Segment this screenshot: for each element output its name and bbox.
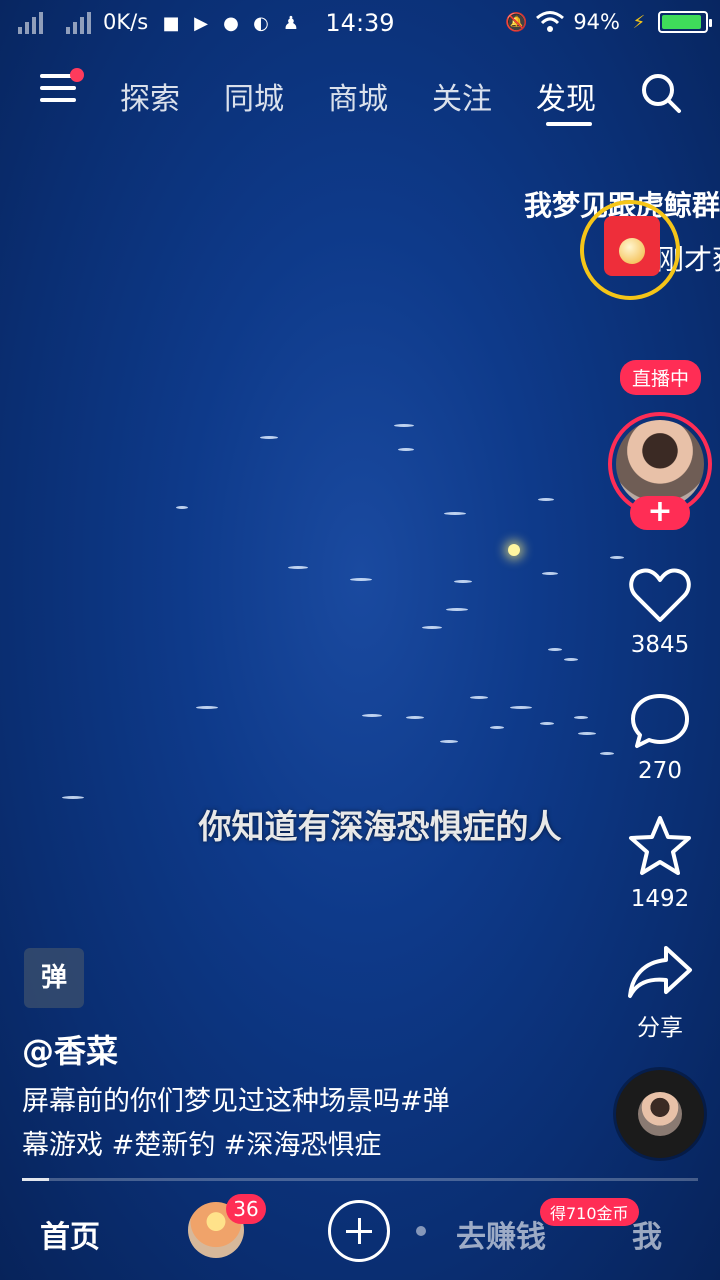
fish-glow	[508, 544, 520, 556]
like-count: 3845	[630, 632, 690, 658]
battery-percent: 94%	[573, 10, 620, 34]
status-right: 🔕 94% ⚡	[505, 10, 712, 34]
battery-icon	[658, 11, 712, 33]
tab-nearby[interactable]: 同城	[224, 74, 284, 118]
fish	[542, 572, 558, 575]
fish	[490, 726, 504, 729]
menu-button[interactable]	[40, 68, 84, 110]
bottom-nav: 首页 36 去赚钱 得710金币 我	[0, 1182, 720, 1280]
fish	[446, 608, 468, 611]
music-cover	[638, 1092, 682, 1136]
fish	[350, 578, 372, 581]
follow-button[interactable]: +	[630, 496, 690, 530]
favorite-count: 1492	[630, 886, 690, 912]
mute-bell-icon: 🔕	[505, 11, 528, 33]
fish	[564, 658, 578, 661]
fish	[440, 740, 458, 743]
fish	[470, 696, 488, 699]
share-label: 分享	[637, 1015, 683, 1041]
fish	[510, 706, 532, 709]
fish	[422, 626, 442, 629]
notification-dot	[70, 68, 84, 82]
video-progress[interactable]	[22, 1178, 698, 1181]
fish	[406, 716, 424, 719]
video-description[interactable]: 屏幕前的你们梦见过这种场景吗#弹 幕游戏 #楚新钓 #深海恐惧症	[22, 1080, 522, 1168]
fish	[260, 436, 278, 439]
coin-icon	[619, 238, 645, 264]
wifi-icon	[536, 11, 565, 32]
tab-discover[interactable]: 发现	[536, 74, 596, 118]
fish	[538, 498, 554, 501]
fish	[196, 706, 218, 709]
fish	[454, 580, 472, 583]
description-line: 幕游戏 #楚新钓 #深海恐惧症	[22, 1130, 382, 1161]
charging-icon: ⚡	[632, 11, 646, 33]
description-line: 屏幕前的你们梦见过这种场景吗#弹	[22, 1086, 450, 1117]
fish	[362, 714, 382, 717]
fish	[540, 722, 554, 725]
top-nav: 探索 同城 商城 关注 发现	[0, 60, 720, 130]
search-icon[interactable]	[640, 72, 682, 114]
fish	[578, 732, 596, 735]
dot-divider	[416, 1226, 426, 1236]
comment-button[interactable]: 270	[610, 692, 710, 784]
active-tab-indicator	[546, 122, 592, 126]
red-packet-button[interactable]	[580, 200, 680, 300]
coin-badge: 得710金币	[540, 1198, 639, 1226]
music-disc[interactable]	[616, 1070, 704, 1158]
fish	[62, 796, 84, 799]
tab-explore[interactable]: 探索	[120, 74, 180, 118]
share-button[interactable]: 分享	[610, 944, 710, 1042]
add-button[interactable]	[328, 1200, 390, 1262]
fish	[176, 506, 188, 509]
video-subtitle: 你知道有深海恐惧症的人	[198, 807, 562, 846]
heart-icon	[629, 568, 691, 622]
status-bar: 0K/s ■ ▶ ● ◐ ♟ 14:39 🔕 94% ⚡	[0, 0, 720, 50]
progress-fill	[22, 1178, 50, 1181]
fish	[394, 424, 414, 427]
battery-fill	[662, 15, 702, 29]
live-badge: 直播中	[620, 360, 702, 395]
game-tag[interactable]: 弹	[24, 948, 84, 1008]
fish	[574, 716, 588, 719]
like-button[interactable]: 3845	[610, 566, 710, 658]
nav-home[interactable]: 首页	[40, 1212, 100, 1256]
tab-mall[interactable]: 商城	[328, 74, 388, 118]
nav-me[interactable]: 我	[632, 1212, 662, 1256]
tab-following[interactable]: 关注	[432, 74, 492, 118]
comment-count: 270	[638, 758, 682, 784]
friends-badge: 36	[226, 1194, 266, 1224]
share-icon	[628, 946, 692, 998]
fish	[444, 512, 466, 515]
author-name[interactable]: @香菜	[22, 1026, 118, 1072]
comment-icon	[631, 694, 689, 748]
fish	[288, 566, 308, 569]
fish	[548, 648, 562, 651]
fish	[610, 556, 624, 559]
nav-earn[interactable]: 去赚钱	[456, 1212, 546, 1256]
fish	[398, 448, 414, 451]
